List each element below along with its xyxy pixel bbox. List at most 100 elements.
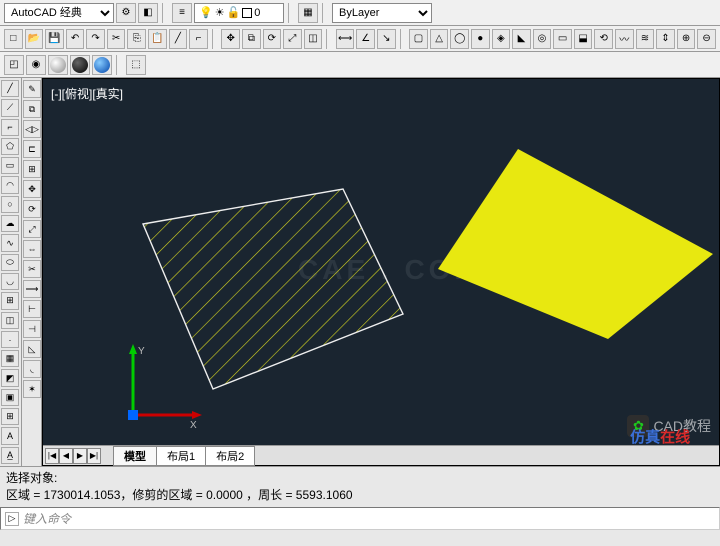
- leader-icon[interactable]: ↘: [377, 29, 396, 49]
- sphere-black: [72, 57, 88, 73]
- dim-angular-icon[interactable]: ∠: [356, 29, 375, 49]
- revolve-icon[interactable]: ⟲: [594, 29, 613, 49]
- separator: [288, 3, 294, 23]
- tab-first-icon[interactable]: |◀: [45, 448, 59, 464]
- view-iso-icon[interactable]: ⬚: [126, 55, 146, 75]
- line-icon[interactable]: ╱: [169, 29, 188, 49]
- cylinder-icon[interactable]: ◯: [450, 29, 469, 49]
- sweep-icon[interactable]: 〰: [615, 29, 634, 49]
- rotate-tool-icon[interactable]: ⟳: [23, 200, 41, 218]
- cone-icon[interactable]: △: [430, 29, 449, 49]
- fillet-tool-icon[interactable]: ◟: [23, 360, 41, 378]
- polygon-tool-icon[interactable]: ⬠: [1, 138, 19, 155]
- copy2-icon[interactable]: ⧉: [242, 29, 261, 49]
- xline-tool-icon[interactable]: ⟋: [1, 99, 19, 116]
- command-input[interactable]: ▷ 键入命令: [0, 507, 720, 530]
- offset-tool-icon[interactable]: ⊏: [23, 140, 41, 158]
- ellipse-tool-icon[interactable]: ⬭: [1, 254, 19, 271]
- torus-icon[interactable]: ◎: [533, 29, 552, 49]
- render-blue-icon[interactable]: [92, 55, 112, 75]
- block-tool-icon[interactable]: ◫: [1, 312, 19, 329]
- layer-props-icon[interactable]: ≡: [172, 3, 192, 23]
- array-tool-icon[interactable]: ⊞: [23, 160, 41, 178]
- ellarc-tool-icon[interactable]: ◡: [1, 273, 19, 290]
- arc-tool-icon[interactable]: ◠: [1, 176, 19, 193]
- point-tool-icon[interactable]: ·: [1, 331, 19, 348]
- move-tool-icon[interactable]: ✥: [23, 180, 41, 198]
- circle-tool-icon[interactable]: ○: [1, 196, 19, 213]
- tab-next-icon[interactable]: ▶: [73, 448, 87, 464]
- match-props-icon[interactable]: ▦: [298, 3, 318, 23]
- tab-layout1[interactable]: 布局1: [156, 446, 206, 466]
- table-tool-icon[interactable]: ⊞: [1, 408, 19, 425]
- render-gray-icon[interactable]: [48, 55, 68, 75]
- layer-color-swatch: [242, 8, 252, 18]
- tab-prev-icon[interactable]: ◀: [59, 448, 73, 464]
- mirror-tool-icon[interactable]: ◁▷: [23, 120, 41, 138]
- cut-icon[interactable]: ✂: [107, 29, 126, 49]
- scale-tool-icon[interactable]: ⤢: [23, 220, 41, 238]
- extend-tool-icon[interactable]: ⟶: [23, 280, 41, 298]
- render-black-icon[interactable]: [70, 55, 90, 75]
- tab-last-icon[interactable]: ▶|: [87, 448, 101, 464]
- join-tool-icon[interactable]: ⊣: [23, 320, 41, 338]
- svg-text:Y: Y: [138, 346, 145, 357]
- scale-icon[interactable]: ⤢: [283, 29, 302, 49]
- save-icon[interactable]: 💾: [45, 29, 64, 49]
- spline-tool-icon[interactable]: ∿: [1, 234, 19, 251]
- redo-icon[interactable]: ↷: [86, 29, 105, 49]
- copy-tool-icon[interactable]: ⧉: [23, 100, 41, 118]
- dim-linear-icon[interactable]: ⟷: [336, 29, 355, 49]
- chamfer-tool-icon[interactable]: ◺: [23, 340, 41, 358]
- loft-icon[interactable]: ≋: [636, 29, 655, 49]
- insert-tool-icon[interactable]: ⊞: [1, 292, 19, 309]
- explode-tool-icon[interactable]: ✶: [23, 380, 41, 398]
- sphere-icon[interactable]: ●: [471, 29, 490, 49]
- drawing-canvas[interactable]: [-][俯视][真实] CAE . COM Y X: [42, 78, 720, 466]
- tab-model[interactable]: 模型: [113, 446, 157, 466]
- pline-tool-icon[interactable]: ⌐: [1, 119, 19, 136]
- workspace-settings-icon[interactable]: ⚙: [116, 3, 136, 23]
- paste-icon[interactable]: 📋: [148, 29, 167, 49]
- extrude-icon[interactable]: ⬓: [574, 29, 593, 49]
- separator: [400, 29, 406, 49]
- presspull-icon[interactable]: ⇕: [656, 29, 675, 49]
- break-tool-icon[interactable]: ⊢: [23, 300, 41, 318]
- view-orbit-icon[interactable]: ◉: [26, 55, 46, 75]
- brand-blue: 仿真: [630, 429, 660, 446]
- viewport-label[interactable]: [-][俯视][真实]: [51, 85, 123, 102]
- box-icon[interactable]: ▢: [409, 29, 428, 49]
- erase-tool-icon[interactable]: ✎: [23, 80, 41, 98]
- trim-tool-icon[interactable]: ✂: [23, 260, 41, 278]
- rect-tool-icon[interactable]: ▭: [1, 157, 19, 174]
- workspace-dropdown[interactable]: AutoCAD 经典: [4, 3, 114, 23]
- gradient-tool-icon[interactable]: ◩: [1, 369, 19, 386]
- polysolid-icon[interactable]: ▭: [553, 29, 572, 49]
- open-icon[interactable]: 📂: [25, 29, 44, 49]
- revcloud-tool-icon[interactable]: ☁: [1, 215, 19, 232]
- undo-icon[interactable]: ↶: [66, 29, 85, 49]
- addsel-tool-icon[interactable]: A̲: [1, 447, 19, 464]
- view-cube-icon[interactable]: ◰: [4, 55, 24, 75]
- pline-icon[interactable]: ⌐: [189, 29, 208, 49]
- cmd-line-1: 选择对象:: [6, 469, 714, 486]
- pyramid-icon[interactable]: ◈: [492, 29, 511, 49]
- mirror-icon[interactable]: ◫: [304, 29, 323, 49]
- rotate-icon[interactable]: ⟳: [263, 29, 282, 49]
- layer-name: 0: [254, 7, 260, 19]
- subtract-icon[interactable]: ⊖: [697, 29, 716, 49]
- union-icon[interactable]: ⊕: [677, 29, 696, 49]
- new-icon[interactable]: □: [4, 29, 23, 49]
- copy-icon[interactable]: ⎘: [127, 29, 146, 49]
- stretch-tool-icon[interactable]: ⇔: [23, 240, 41, 258]
- region-tool-icon[interactable]: ▣: [1, 389, 19, 406]
- line-tool-icon[interactable]: ╱: [1, 80, 19, 97]
- mtext-tool-icon[interactable]: A: [1, 427, 19, 444]
- move-icon[interactable]: ✥: [221, 29, 240, 49]
- workspace-save-icon[interactable]: ◧: [138, 3, 158, 23]
- layer-state-dropdown[interactable]: 💡 ☀ 🔓 0: [194, 3, 284, 23]
- wedge-icon[interactable]: ◣: [512, 29, 531, 49]
- hatch-tool-icon[interactable]: ▦: [1, 350, 19, 367]
- tab-layout2[interactable]: 布局2: [205, 446, 255, 466]
- color-bylayer-dropdown[interactable]: ByLayer: [332, 3, 432, 23]
